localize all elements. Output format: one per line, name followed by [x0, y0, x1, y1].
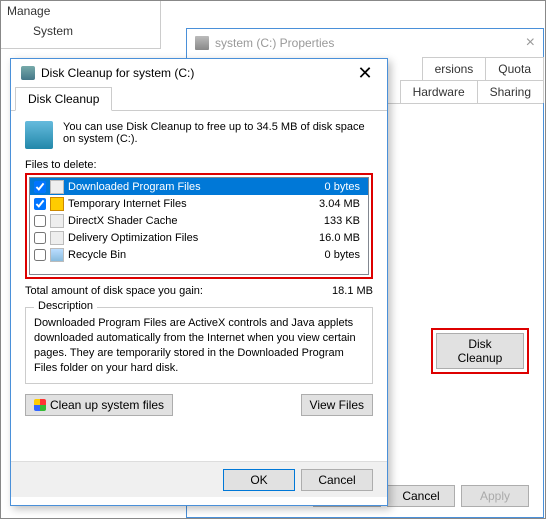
ribbon-item-system[interactable]: System — [1, 21, 160, 41]
file-row[interactable]: Delivery Optimization Files16.0 MB — [30, 229, 368, 246]
shield-icon — [34, 399, 46, 411]
file-icon — [50, 214, 64, 228]
cleanup-intro-text: You can use Disk Cleanup to free up to 3… — [63, 121, 373, 145]
properties-apply-button[interactable]: Apply — [461, 485, 529, 507]
file-size: 16.0 MB — [304, 232, 364, 244]
file-checkbox[interactable] — [34, 198, 46, 210]
clean-up-system-files-button[interactable]: Clean up system files — [25, 394, 173, 416]
tab-quota[interactable]: Quota — [485, 57, 544, 80]
bg-manage-panel: Manage System — [1, 1, 161, 49]
files-list-highlight: Downloaded Program Files0 bytesTemporary… — [25, 173, 373, 279]
cleanup-titlebar[interactable]: Disk Cleanup for system (C:) ✕ — [11, 59, 387, 87]
description-text: Downloaded Program Files are ActiveX con… — [34, 316, 364, 375]
drive-icon — [195, 36, 209, 50]
bin-icon — [50, 248, 64, 262]
file-checkbox[interactable] — [34, 215, 46, 227]
disk-cleanup-button[interactable]: Disk Cleanup — [436, 333, 524, 369]
file-row[interactable]: Recycle Bin0 bytes — [30, 246, 368, 263]
file-row[interactable]: Downloaded Program Files0 bytes — [30, 178, 368, 195]
tab-disk-cleanup[interactable]: Disk Cleanup — [15, 87, 112, 111]
cleanup-footer: OK Cancel — [11, 461, 387, 497]
file-name: Temporary Internet Files — [68, 198, 304, 210]
files-to-delete-label: Files to delete: — [25, 159, 373, 171]
properties-titlebar[interactable]: system (C:) Properties × — [187, 29, 543, 57]
lock-icon — [50, 197, 64, 211]
file-name: Downloaded Program Files — [68, 181, 304, 193]
description-label: Description — [34, 300, 97, 312]
file-name: DirectX Shader Cache — [68, 215, 304, 227]
disk-cleanup-highlight: Disk Cleanup — [431, 328, 529, 374]
file-checkbox[interactable] — [34, 181, 46, 193]
file-size: 3.04 MB — [304, 198, 364, 210]
disk-cleanup-icon — [21, 66, 35, 80]
view-files-button[interactable]: View Files — [301, 394, 373, 416]
file-icon — [50, 231, 64, 245]
cleanup-large-icon — [25, 121, 53, 149]
cleanup-title: Disk Cleanup for system (C:) — [41, 66, 194, 80]
cleanup-tabs: Disk Cleanup — [11, 87, 387, 111]
tab-hardware[interactable]: Hardware — [400, 80, 478, 103]
files-list[interactable]: Downloaded Program Files0 bytesTemporary… — [29, 177, 369, 275]
total-row: Total amount of disk space you gain: 18.… — [25, 285, 373, 297]
tab-versions[interactable]: ersions — [422, 57, 487, 80]
file-icon — [50, 180, 64, 194]
ok-button[interactable]: OK — [223, 469, 295, 491]
cancel-button[interactable]: Cancel — [301, 469, 373, 491]
file-checkbox[interactable] — [34, 249, 46, 261]
file-checkbox[interactable] — [34, 232, 46, 244]
file-row[interactable]: DirectX Shader Cache133 KB — [30, 212, 368, 229]
close-icon[interactable]: ✕ — [353, 63, 377, 84]
properties-cancel-button[interactable]: Cancel — [387, 485, 455, 507]
cleanup-intro: You can use Disk Cleanup to free up to 3… — [25, 121, 373, 149]
file-size: 0 bytes — [304, 181, 364, 193]
tab-sharing[interactable]: Sharing — [477, 80, 544, 103]
file-size: 0 bytes — [304, 249, 364, 261]
file-name: Recycle Bin — [68, 249, 304, 261]
file-row[interactable]: Temporary Internet Files3.04 MB — [30, 195, 368, 212]
properties-title: system (C:) Properties — [215, 36, 334, 50]
close-icon[interactable]: × — [526, 34, 535, 52]
file-size: 133 KB — [304, 215, 364, 227]
file-name: Delivery Optimization Files — [68, 232, 304, 244]
ribbon-tab-manage[interactable]: Manage — [1, 1, 160, 21]
disk-cleanup-dialog: Disk Cleanup for system (C:) ✕ Disk Clea… — [10, 58, 388, 506]
description-box: Description Downloaded Program Files are… — [25, 307, 373, 384]
